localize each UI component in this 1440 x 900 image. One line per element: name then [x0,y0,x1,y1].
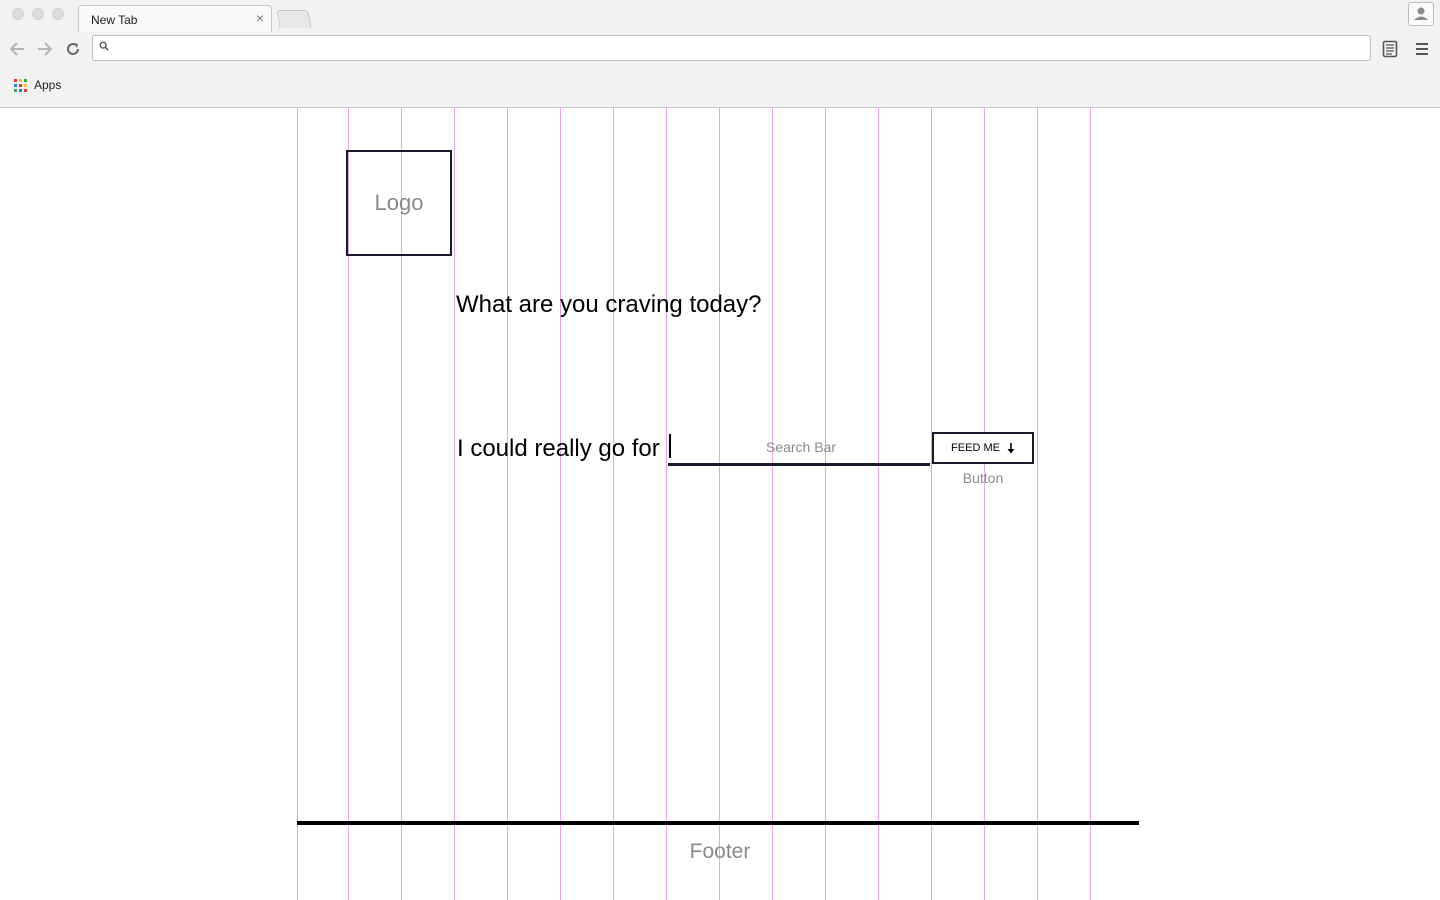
tab-new-tab[interactable]: New Tab × [78,5,272,32]
grid-line [1090,107,1091,900]
browser-chrome: New Tab × Apps [0,0,1440,108]
grid-line [719,107,720,900]
menu-icon[interactable] [1413,39,1431,59]
craving-prompt: I could really go for [457,435,660,462]
grid-line [297,107,298,900]
search-icon [99,41,109,51]
bookmark-apps[interactable]: Apps [14,78,61,92]
forward-arrow-icon[interactable] [35,39,55,59]
grid-line [454,107,455,900]
grid-line [825,107,826,900]
feed-me-label: FEED ME [951,442,1000,454]
grid-line [613,107,614,900]
arrow-down-icon [1007,442,1015,453]
page-content: Logo What are you craving today? I could… [0,107,1440,900]
tab-title: New Tab [91,13,138,27]
toolbar [0,32,1440,68]
reload-icon[interactable] [63,39,83,59]
grid-line [931,107,932,900]
profile-icon[interactable] [1408,2,1434,26]
grid-line [878,107,879,900]
button-caption: Button [962,470,1004,486]
back-arrow-icon[interactable] [7,39,27,59]
zoom-window-button[interactable] [52,8,64,20]
logo-placeholder: Logo [346,150,452,256]
text-caret [669,434,671,458]
footer-divider [297,821,1139,825]
search-input[interactable] [674,432,928,462]
logo-label: Logo [374,190,424,215]
new-tab-button[interactable] [276,10,312,28]
address-input[interactable] [117,38,1361,60]
tab-close-icon[interactable]: × [256,11,264,25]
address-bar[interactable] [92,35,1371,61]
grid-line [772,107,773,900]
apps-grid-icon [14,78,27,92]
grid-line [984,107,985,900]
minimize-window-button[interactable] [32,8,44,20]
window-controls [12,8,64,20]
close-window-button[interactable] [12,8,24,20]
grid-line [507,107,508,900]
page-heading: What are you craving today? [456,291,762,318]
feed-me-button[interactable]: FEED ME [932,432,1034,464]
reader-icon[interactable] [1381,39,1399,59]
search-bar[interactable] [668,432,930,466]
grid-line [1037,107,1038,900]
grid-line [560,107,561,900]
bookmark-label: Apps [34,78,62,92]
grid-line [666,107,667,900]
footer-label: Footer [689,840,751,863]
